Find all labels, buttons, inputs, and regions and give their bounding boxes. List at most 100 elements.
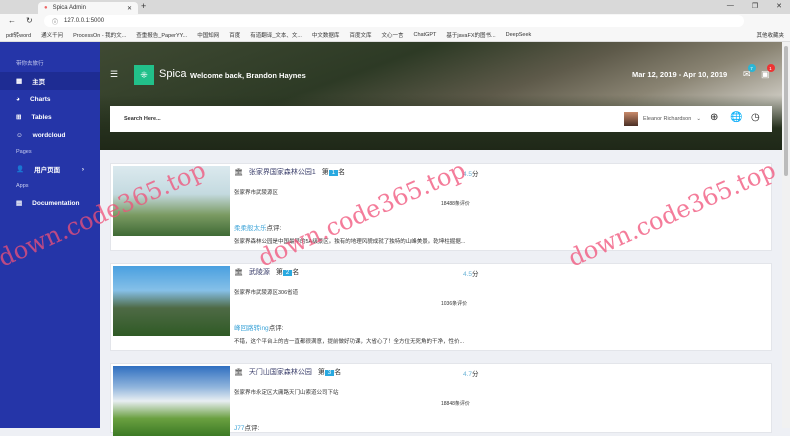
bookmark[interactable]: 百度 xyxy=(229,31,240,39)
add-circle-icon[interactable]: ⊕ xyxy=(710,112,718,123)
bank-icon: 🏛 xyxy=(234,169,243,176)
rank-prefix: 第 xyxy=(317,369,325,376)
user-menu[interactable]: Eleanor Richardson ⌄ xyxy=(624,112,701,126)
brand-name: Spica xyxy=(159,68,187,80)
cart-icon[interactable]: ▣ 1 xyxy=(761,64,775,80)
bookmark[interactable]: 查重报告_PaperYY... xyxy=(136,31,187,39)
sidebar-section-title: Apps xyxy=(16,183,29,189)
mail-icon[interactable]: ✉ 7 xyxy=(743,64,756,80)
info-icon: ⓘ xyxy=(52,19,59,26)
sidebar-section-title: 带你去旅行 xyxy=(16,61,44,67)
sidebar-item-user-pages[interactable]: 👤 用户页面 › xyxy=(0,160,100,178)
bookmark[interactable]: 文心一言 xyxy=(381,31,403,39)
sidebar-item-label: wordcloud xyxy=(32,131,66,139)
smile-icon: ☺ xyxy=(16,131,23,139)
reviewer-name[interactable]: J77 xyxy=(234,425,244,432)
bookmark[interactable]: DeepSeek xyxy=(506,32,532,38)
other-bookmarks[interactable]: 其他收藏夹 xyxy=(756,31,784,39)
bookmark[interactable]: ProcessOn - 我的文... xyxy=(73,31,126,39)
sidebar-item-label: Tables xyxy=(31,113,52,121)
review-label: 点评: xyxy=(244,425,260,432)
reviewer-name[interactable]: 峰回路转ing xyxy=(234,325,269,332)
restore-icon[interactable]: ❐ xyxy=(752,2,758,10)
minimize-icon[interactable]: — xyxy=(727,2,734,10)
scenic-card[interactable]: 🏛 张家界国家森林公园1 第 1 名 4.5分 张家界市武陵源区 18488条评价 柔柔… xyxy=(110,163,772,251)
back-icon[interactable]: ← xyxy=(8,16,16,25)
page-scrollbar[interactable] xyxy=(782,42,790,428)
score-unit: 分 xyxy=(472,171,479,178)
close-window-icon[interactable]: ✕ xyxy=(776,2,782,10)
bookmark[interactable]: ChatGPT xyxy=(413,32,436,38)
bookmarks-bar: pdf转word 通义千问 ProcessOn - 我的文... 查重报告_Pa… xyxy=(0,28,790,42)
sidebar-item-home[interactable]: ▦ 主页 xyxy=(0,72,100,90)
reviewer-name[interactable]: 柔柔般太乐 xyxy=(234,225,267,232)
scenic-name[interactable]: 天门山国家森林公园 xyxy=(249,367,312,377)
score: 4.5 xyxy=(463,271,473,278)
date-range: Mar 12, 2019 - Apr 10, 2019 xyxy=(632,70,728,79)
browser-tab-bar: ● Spica Admin ✕ + — ❐ ✕ xyxy=(0,0,790,14)
rank-prefix: 第 xyxy=(321,169,329,176)
logo-icon: ⁜ xyxy=(134,65,154,85)
score-unit: 分 xyxy=(472,271,479,278)
rank-suffix: 名 xyxy=(334,369,342,376)
grid-icon: ▦ xyxy=(16,78,23,85)
sidebar-item-wordcloud[interactable]: ☺ wordcloud xyxy=(0,126,100,144)
scrollbar-thumb[interactable] xyxy=(784,46,788,176)
browser-tab[interactable]: ● Spica Admin ✕ xyxy=(38,2,138,14)
sidebar-item-label: 主页 xyxy=(32,79,46,86)
sidebar: 带你去旅行 ▦ 主页 ◕ Charts ⊞ Tables ☺ wordcloud Pag… xyxy=(0,42,100,428)
new-tab-button[interactable]: + xyxy=(141,1,146,11)
table-icon: ⊞ xyxy=(16,114,22,121)
url-field[interactable]: ⓘ 127.0.0.1:5000 xyxy=(44,15,744,27)
score: 4.5 xyxy=(463,171,473,178)
globe-icon[interactable]: 🌐 xyxy=(730,112,742,123)
score-unit: 分 xyxy=(472,371,479,378)
avatar xyxy=(624,112,638,126)
scenic-name[interactable]: 张家界国家森林公园1 xyxy=(249,167,316,177)
pie-icon: ◕ xyxy=(16,95,20,103)
rank-suffix: 名 xyxy=(292,269,300,276)
bookmark[interactable]: 中文数据库 xyxy=(312,31,340,39)
rank-suffix: 名 xyxy=(338,169,346,176)
menu-toggle-icon[interactable]: ☰ xyxy=(110,69,118,80)
scenic-card[interactable]: 🏛 天门山国家森林公园第 3 名 4.7分 张家界市永定区大庸路天门山索道公司下站 1… xyxy=(110,363,772,436)
url-text: 127.0.0.1:5000 xyxy=(64,18,105,24)
user-icon: 👤 xyxy=(16,166,25,173)
review-label: 点评: xyxy=(268,325,284,332)
review-comment: 张家界森林公园是中国最早的5A级景区。独有的地理风貌成就了独特的山峰美景。乾坤柱… xyxy=(234,239,466,245)
bookmark[interactable]: 有道翻译_文本、文... xyxy=(250,31,302,39)
rank-badge: 2 xyxy=(282,270,293,276)
review-count: 18848条评价 xyxy=(441,401,470,407)
tab-title: Spica Admin xyxy=(52,5,86,11)
rank-badge: 3 xyxy=(324,370,335,376)
chevron-down-icon: ⌄ xyxy=(696,116,701,122)
sidebar-item-tables[interactable]: ⊞ Tables xyxy=(0,108,100,126)
sidebar-item-charts[interactable]: ◕ Charts xyxy=(0,90,100,108)
bookmark[interactable]: pdf转word xyxy=(6,31,31,39)
scenic-image xyxy=(113,266,230,336)
scenic-card[interactable]: 🏛 武陵源第 2 名 4.5分 张家界市武陵源区306省道 1036条评价 峰回路转i… xyxy=(110,263,772,351)
search-bar: Eleanor Richardson ⌄ ⊕ 🌐 ◷ xyxy=(110,106,772,132)
rank-badge: 1 xyxy=(328,170,339,176)
bookmark[interactable]: 百度文库 xyxy=(349,31,371,39)
header-banner: ☰ ⁜ Spica Welcome back, Brandon Haynes M… xyxy=(100,42,782,150)
document-icon: ▤ xyxy=(16,200,23,207)
review-count: 18488条评价 xyxy=(441,201,470,207)
sidebar-item-documentation[interactable]: ▤ Documentation xyxy=(0,194,100,212)
bookmark[interactable]: 基于javaFX的图书... xyxy=(446,31,495,39)
bookmark[interactable]: 通义千问 xyxy=(41,31,63,39)
scenic-image xyxy=(113,366,230,436)
scenic-address: 张家界市永定区大庸路天门山索道公司下站 xyxy=(234,390,339,396)
close-tab-icon[interactable]: ✕ xyxy=(127,5,132,12)
search-input[interactable] xyxy=(124,116,424,122)
scenic-name[interactable]: 武陵源 xyxy=(249,267,270,277)
bookmark[interactable]: 中国知网 xyxy=(197,31,219,39)
review-label: 点评: xyxy=(266,225,282,232)
score: 4.7 xyxy=(463,371,473,378)
clock-icon[interactable]: ◷ xyxy=(751,112,760,123)
reload-icon[interactable]: ↻ xyxy=(26,16,33,25)
mail-badge: 7 xyxy=(747,64,756,72)
scenic-address: 张家界市武陵源区 xyxy=(234,190,279,196)
address-bar-row: ← ↻ ⓘ 127.0.0.1:5000 xyxy=(0,14,790,28)
favicon-icon: ● xyxy=(44,5,48,11)
